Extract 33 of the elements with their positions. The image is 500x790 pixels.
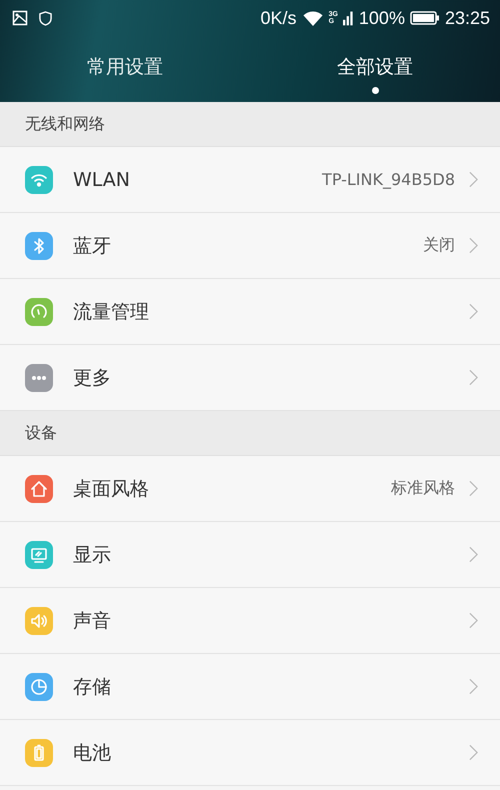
chevron-icon — [469, 612, 478, 629]
tab[interactable]: 全部设置 — [337, 54, 413, 80]
item-label: 桌面风格 — [73, 476, 149, 502]
clock: 23:25 — [444, 8, 490, 28]
wifi-icon — [302, 10, 324, 26]
item-label: WLAN — [73, 168, 130, 190]
item-label: 更多 — [73, 366, 111, 390]
item-value: 关闭 — [423, 235, 455, 256]
battery-percent: 100% — [358, 8, 405, 28]
chevron-icon — [469, 744, 478, 761]
chevron-icon — [469, 303, 478, 320]
section-header: 设备 — [25, 422, 57, 444]
gallery-icon — [12, 10, 28, 26]
chevron-icon — [469, 171, 478, 188]
section-header: 无线和网络 — [25, 114, 105, 134]
item-value: TP-LINK_94B5D8 — [322, 170, 455, 189]
chevron-icon — [469, 546, 478, 563]
item-label: 流量管理 — [73, 300, 149, 324]
item-label: 蓝牙 — [73, 234, 111, 258]
shield-icon — [39, 10, 52, 26]
chevron-icon — [469, 678, 478, 695]
signal-icon — [342, 10, 354, 26]
chevron-icon — [469, 369, 478, 386]
item-value: 标准风格 — [391, 478, 455, 499]
chevron-icon — [469, 480, 478, 497]
network-speed: 0K/s — [260, 8, 297, 28]
item-label: 显示 — [73, 542, 111, 568]
battery-icon — [410, 10, 440, 26]
item-label: 存储 — [73, 674, 111, 700]
tab[interactable]: 常用设置 — [87, 54, 163, 80]
item-label: 声音 — [73, 608, 111, 634]
chevron-icon — [469, 237, 478, 254]
item-label: 电池 — [73, 740, 111, 766]
